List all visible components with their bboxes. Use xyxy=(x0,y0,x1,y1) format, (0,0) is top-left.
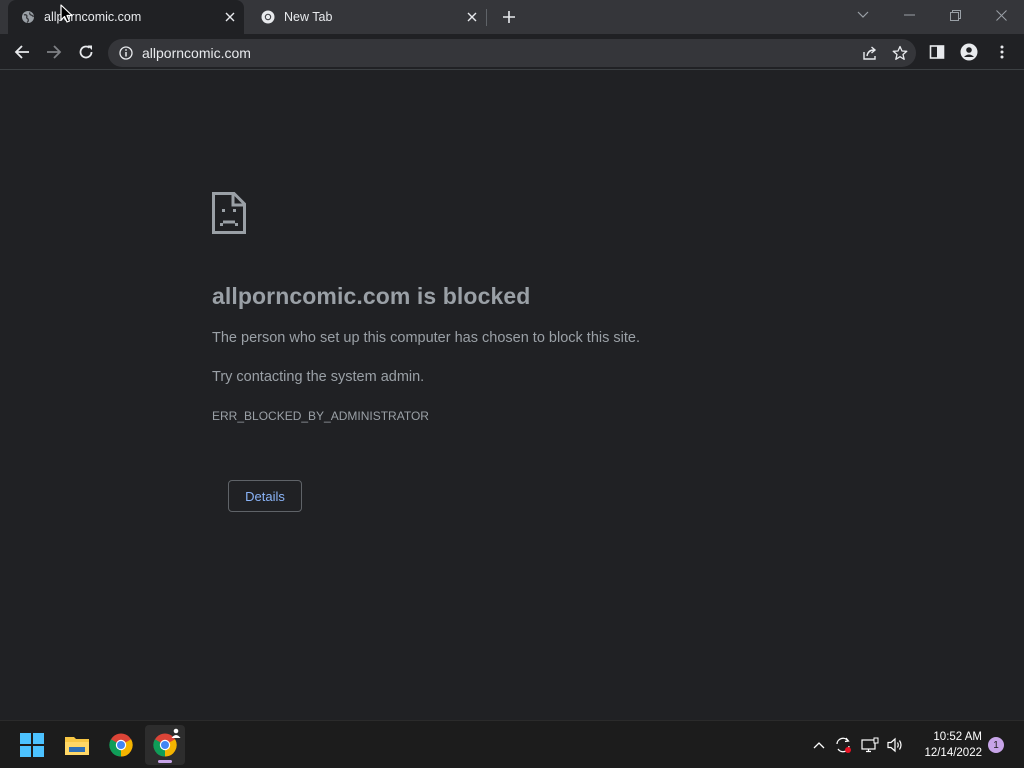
sad-page-icon xyxy=(212,192,246,234)
details-button[interactable]: Details xyxy=(228,480,302,512)
chevron-up-icon xyxy=(813,742,825,749)
plus-icon xyxy=(503,11,515,23)
minimize-button[interactable] xyxy=(886,0,932,30)
close-tab-icon[interactable] xyxy=(464,9,480,25)
tab-title: New Tab xyxy=(284,10,333,24)
url-text[interactable]: allporncomic.com xyxy=(142,45,856,61)
tab-inactive[interactable]: New Tab xyxy=(250,0,486,34)
folder-icon xyxy=(65,737,89,755)
side-panel-button[interactable] xyxy=(923,38,951,66)
arrow-right-icon xyxy=(47,45,62,59)
chevron-down-icon xyxy=(857,11,869,18)
forward-button[interactable] xyxy=(40,38,68,66)
file-explorer-button[interactable] xyxy=(57,725,97,765)
tab-search-button[interactable] xyxy=(840,0,886,30)
speaker-icon xyxy=(887,737,902,753)
network-icon xyxy=(861,737,879,753)
side-panel-icon xyxy=(929,45,945,59)
error-code: ERR_BLOCKED_BY_ADMINISTRATOR xyxy=(212,409,429,423)
back-button[interactable] xyxy=(8,38,36,66)
menu-button[interactable] xyxy=(988,38,1016,66)
close-window-button[interactable] xyxy=(978,0,1024,30)
tab-strip: allporncomic.com New Tab xyxy=(0,0,1024,34)
active-app-indicator xyxy=(158,760,172,763)
restore-button[interactable] xyxy=(932,0,978,30)
clock[interactable]: 10:52 AM 12/14/2022 xyxy=(910,729,982,761)
reload-icon xyxy=(79,45,93,59)
person-badge-icon xyxy=(171,728,181,738)
taskbar: 10:52 AM 12/14/2022 1 xyxy=(0,720,1024,768)
mouse-cursor-icon xyxy=(60,4,73,23)
sync-icon xyxy=(836,737,851,753)
page-content: allporncomic.com is blocked The person w… xyxy=(0,71,1024,720)
chrome-icon xyxy=(260,9,276,25)
share-icon[interactable] xyxy=(856,39,884,67)
browser-toolbar: allporncomic.com xyxy=(0,34,1024,70)
notification-badge[interactable]: 1 xyxy=(988,737,1004,753)
address-bar[interactable]: allporncomic.com xyxy=(108,39,916,67)
start-button[interactable] xyxy=(12,725,52,765)
restore-icon xyxy=(949,9,961,21)
chrome-profile-taskbar-button[interactable] xyxy=(145,725,185,765)
clock-time: 10:52 AM xyxy=(933,731,982,743)
minimize-icon xyxy=(903,14,915,16)
volume-tray-button[interactable] xyxy=(884,733,906,757)
clock-date: 12/14/2022 xyxy=(924,747,982,759)
profile-icon xyxy=(960,43,978,61)
close-icon xyxy=(995,9,1007,21)
chrome-icon xyxy=(109,733,133,757)
reload-button[interactable] xyxy=(72,38,100,66)
arrow-left-icon xyxy=(14,45,29,59)
close-tab-icon[interactable] xyxy=(222,9,238,25)
error-suggestion: Try contacting the system admin. xyxy=(212,369,425,385)
network-tray-button[interactable] xyxy=(859,733,881,757)
windows-logo-icon xyxy=(20,733,44,757)
tab-separator xyxy=(486,9,487,26)
chrome-taskbar-button[interactable] xyxy=(101,725,141,765)
more-vertical-icon xyxy=(1000,45,1004,59)
tab-active[interactable]: allporncomic.com xyxy=(8,0,244,34)
error-title: allporncomic.com is blocked xyxy=(212,283,531,309)
sync-tray-button[interactable] xyxy=(832,733,854,757)
profile-button[interactable] xyxy=(955,38,983,66)
error-message: The person who set up this computer has … xyxy=(212,330,640,346)
show-hidden-icons-button[interactable] xyxy=(808,733,830,757)
new-tab-button[interactable] xyxy=(499,7,519,27)
info-icon[interactable] xyxy=(118,45,134,61)
globe-icon xyxy=(20,9,36,25)
bookmark-star-icon[interactable] xyxy=(886,39,914,67)
